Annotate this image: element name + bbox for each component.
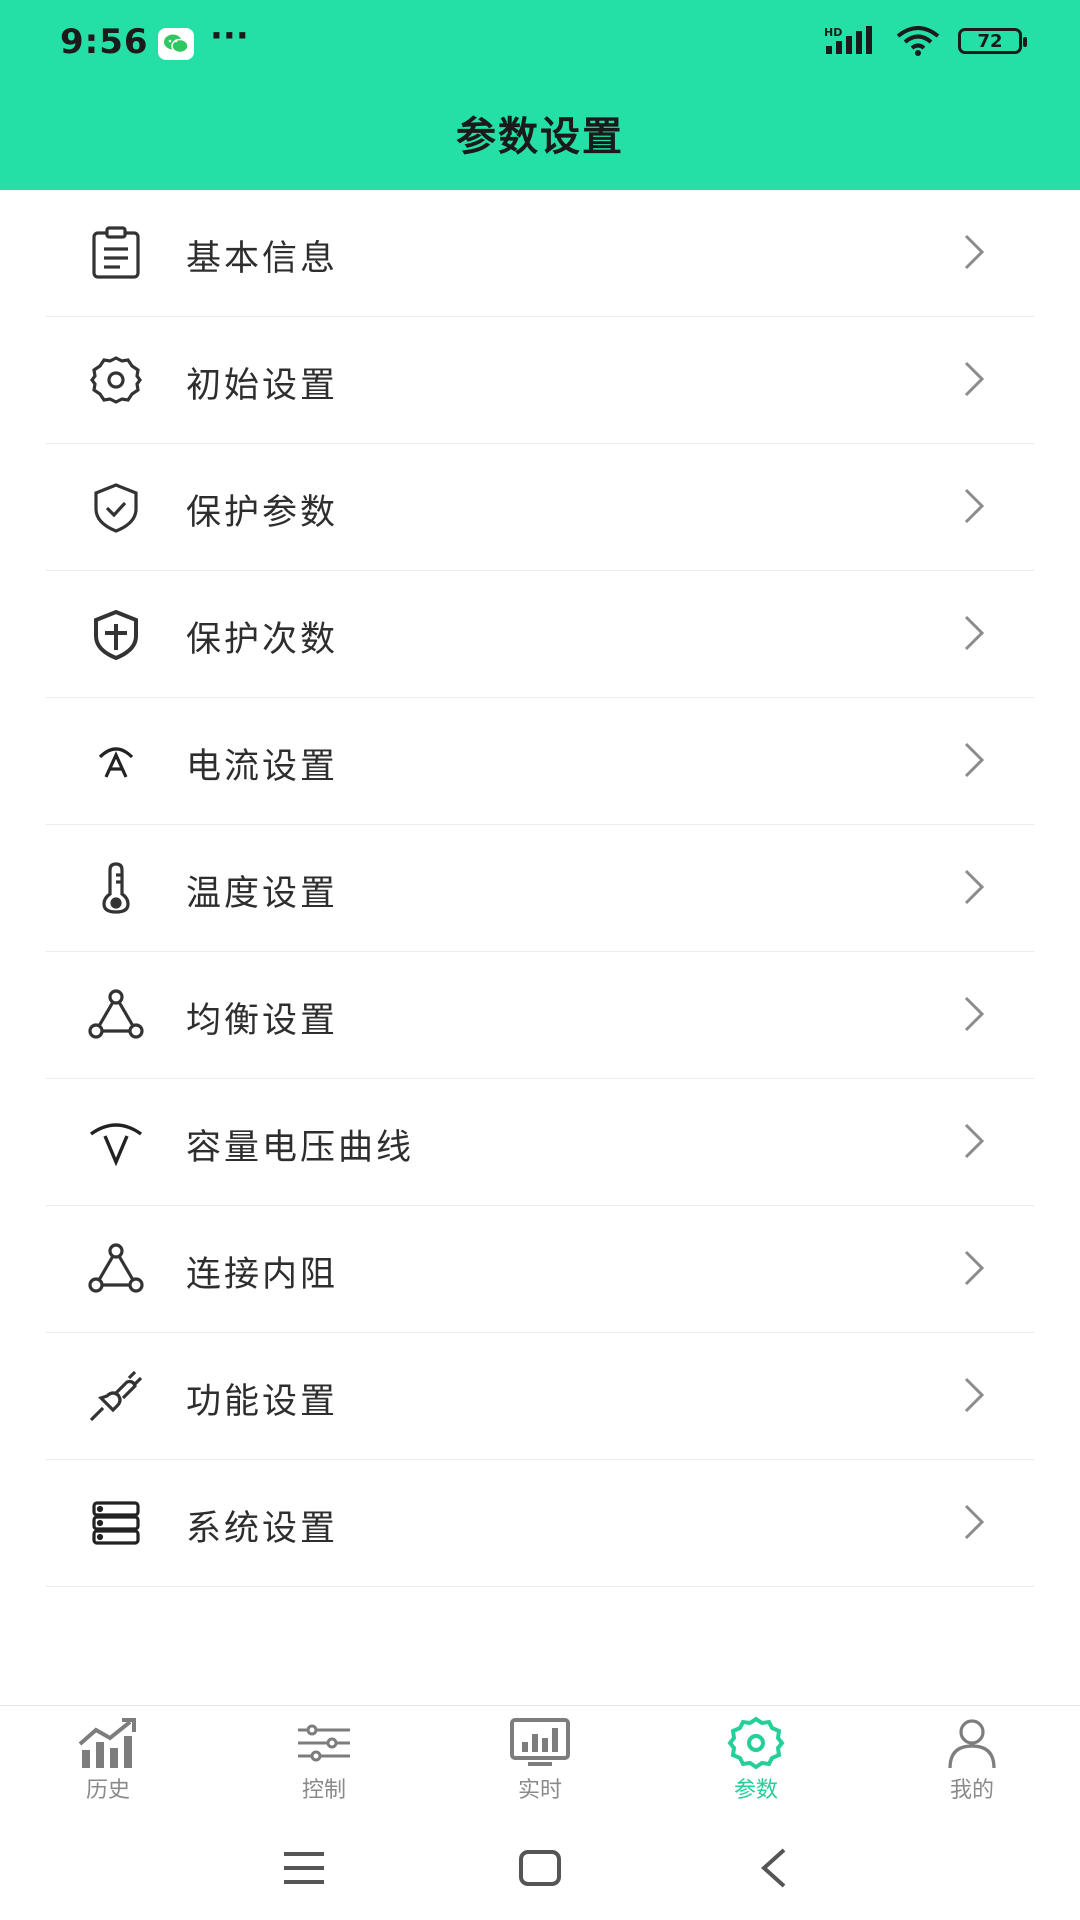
menu-item-label: 均衡设置 [186,1001,339,1041]
back-nav-button[interactable] [744,1838,804,1898]
thermometer-icon [86,858,146,918]
battery-indicator: 72 [958,28,1027,54]
history-chart-icon [78,1718,136,1768]
menu-item-label: 初始设置 [186,366,339,406]
gear-icon [727,1716,785,1770]
tab-profile[interactable]: 我的 [864,1716,1080,1812]
menu-item-label: 温度设置 [186,874,339,914]
chevron-right-icon [964,488,985,524]
shield-plus-icon [86,604,146,664]
sliders-icon [298,1724,350,1762]
user-icon [948,1719,996,1769]
network-type: HD [824,26,842,39]
menu-item-label: 连接内阻 [186,1255,339,1295]
menu-item-label: 保护参数 [186,493,339,533]
tab-label: 实时 [517,1778,562,1803]
menu-item-capacity-voltage-curve[interactable]: 容量电压曲线 [46,1079,1034,1206]
wechat-icon [158,28,194,60]
status-time: 9:56 [60,22,149,62]
status-bar: 9:56 ··· HD 72 [0,0,1080,86]
voltage-curve-icon [86,1112,146,1172]
menu-item-protection-params[interactable]: 保护参数 [46,444,1034,571]
tab-label: 控制 [301,1778,346,1803]
tab-parameters[interactable]: 参数 [648,1716,864,1812]
menu-item-function-settings[interactable]: 功能设置 [46,1333,1034,1460]
menu-item-label: 电流设置 [186,747,339,787]
menu-item-label: 保护次数 [186,620,339,660]
tab-label: 我的 [949,1778,994,1803]
menu-item-system-settings[interactable]: 系统设置 [46,1460,1034,1587]
monitor-icon [510,1718,570,1766]
menu-item-label: 基本信息 [186,239,339,279]
plug-icon [86,1366,146,1426]
chevron-right-icon [964,1123,985,1159]
chevron-right-icon [964,361,985,397]
menu-item-basic-info[interactable]: 基本信息 [46,190,1034,317]
chevron-right-icon [964,1377,985,1413]
header: 9:56 ··· HD 72 参数设置 [0,0,1080,190]
settings-list: 基本信息 初始设置 保护参数 保护次数 电流设置 温度设置 均衡设置 容量电压曲… [0,190,1080,1587]
menu-item-protection-count[interactable]: 保护次数 [46,571,1034,698]
chevron-right-icon [964,1504,985,1540]
status-indicators: HD 72 [824,26,1027,56]
shield-check-icon [86,477,146,537]
chevron-right-icon [964,869,985,905]
home-nav-button[interactable] [510,1838,570,1898]
chevron-right-icon [964,742,985,778]
tab-history[interactable]: 历史 [0,1716,216,1812]
page-title: 参数设置 [456,114,624,160]
chevron-right-icon [964,1250,985,1286]
signal-icon: HD [824,26,872,54]
gear-icon [86,350,146,410]
current-icon [86,731,146,791]
menu-item-label: 系统设置 [186,1509,339,1549]
status-more-icon: ··· [210,16,249,56]
network-icon [86,985,146,1045]
menu-item-current-settings[interactable]: 电流设置 [46,698,1034,825]
hamburger-icon [284,1852,324,1884]
back-chevron-icon [761,1848,786,1888]
server-icon [86,1493,146,1553]
home-square-icon [519,1850,561,1886]
menu-item-connection-resistance[interactable]: 连接内阻 [46,1206,1034,1333]
tab-label: 参数 [733,1778,778,1803]
clipboard-icon [86,223,146,283]
menu-item-balance-settings[interactable]: 均衡设置 [46,952,1034,1079]
system-nav-bar [0,1810,1080,1920]
chevron-right-icon [964,996,985,1032]
chevron-right-icon [964,234,985,270]
wifi-icon [896,26,940,56]
network-icon [86,1239,146,1299]
menu-item-temperature-settings[interactable]: 温度设置 [46,825,1034,952]
tab-label: 历史 [85,1778,130,1803]
bottom-tab-bar: 历史 控制 实时 参数 我的 [0,1705,1080,1806]
tab-control[interactable]: 控制 [216,1716,432,1812]
menu-item-initial-settings[interactable]: 初始设置 [46,317,1034,444]
menu-item-label: 功能设置 [186,1382,339,1422]
menu-nav-button[interactable] [274,1838,334,1898]
menu-item-label: 容量电压曲线 [186,1128,415,1168]
tab-realtime[interactable]: 实时 [432,1716,648,1812]
chevron-right-icon [964,615,985,651]
